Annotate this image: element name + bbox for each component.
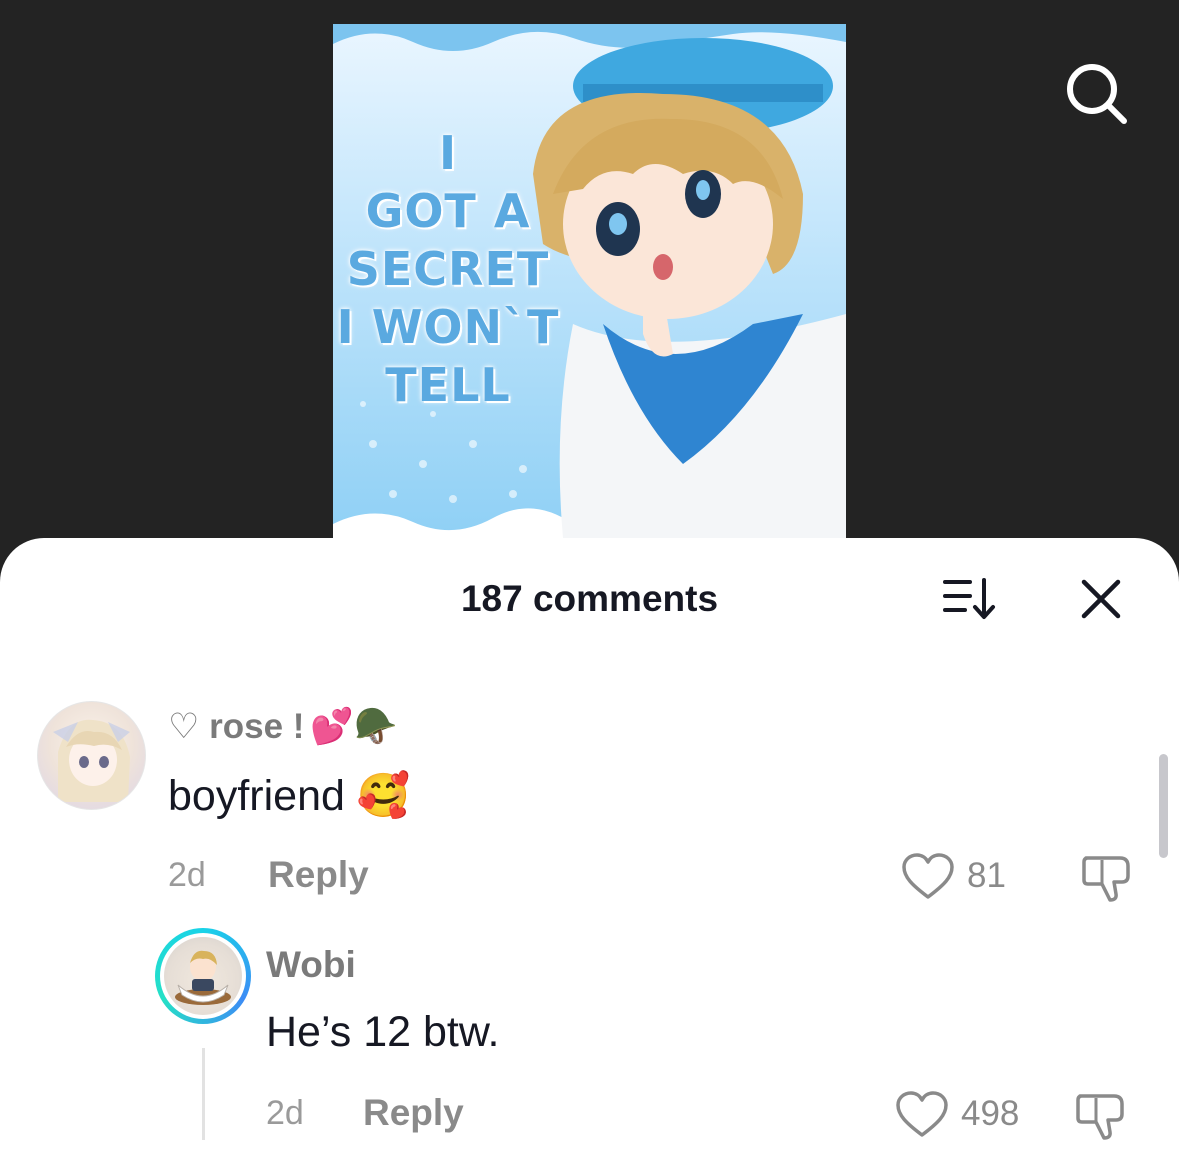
like-count: 498 — [961, 1094, 1020, 1133]
comment-emoji: 🥰 — [356, 771, 411, 821]
reply-text: He’s 12 btw. — [266, 1008, 500, 1056]
like-button[interactable] — [900, 852, 956, 902]
reply-avatar[interactable] — [155, 928, 251, 1024]
username-text: ♡ rose ! — [168, 706, 305, 746]
comment-username[interactable]: ♡ rose ! 💕🪖 — [168, 706, 398, 748]
comment-text: boyfriend 🥰 — [168, 771, 410, 821]
comment-body: boyfriend — [168, 772, 345, 820]
reply-avatar-inner — [160, 933, 246, 1019]
reply-avatar-image — [164, 937, 242, 1015]
video-area[interactable]: I GOT A SECRET I WON`T TELL — [0, 0, 1179, 560]
thumbnail-caption: I GOT A SECRET I WON`T TELL — [336, 126, 560, 412]
like-button[interactable] — [894, 1090, 950, 1140]
comment-timestamp: 2d — [168, 856, 206, 894]
reply-button[interactable]: Reply — [363, 1092, 464, 1134]
thread-line — [202, 1048, 205, 1140]
comments-count-title: 187 comments — [460, 578, 719, 619]
search-button[interactable] — [1060, 58, 1130, 128]
close-button[interactable] — [1076, 574, 1126, 624]
reply-username[interactable]: Wobi — [266, 944, 356, 986]
sort-button[interactable] — [940, 576, 1000, 622]
dislike-button[interactable] — [1080, 852, 1134, 904]
close-icon — [1081, 579, 1121, 619]
like-count: 81 — [967, 856, 1006, 895]
heart-icon — [902, 853, 954, 899]
reply-timestamp: 2d — [266, 1094, 304, 1132]
search-icon — [1067, 64, 1127, 124]
username-emoji: 💕🪖 — [310, 707, 398, 747]
dislike-icon — [1082, 856, 1130, 902]
video-thumbnail[interactable]: I GOT A SECRET I WON`T TELL — [333, 24, 846, 538]
comments-sheet: 187 comments ♡ rose ! 💕🪖 boyfriend 🥰 2d … — [0, 538, 1179, 1159]
avatar-image — [175, 950, 231, 1005]
dislike-button[interactable] — [1074, 1090, 1128, 1142]
avatar-image — [53, 719, 130, 802]
heart-icon — [896, 1091, 948, 1137]
scrollbar[interactable] — [1159, 754, 1168, 858]
dislike-icon — [1076, 1094, 1124, 1140]
reply-button[interactable]: Reply — [268, 854, 369, 896]
avatar[interactable] — [37, 701, 146, 810]
sort-icon — [943, 578, 995, 619]
